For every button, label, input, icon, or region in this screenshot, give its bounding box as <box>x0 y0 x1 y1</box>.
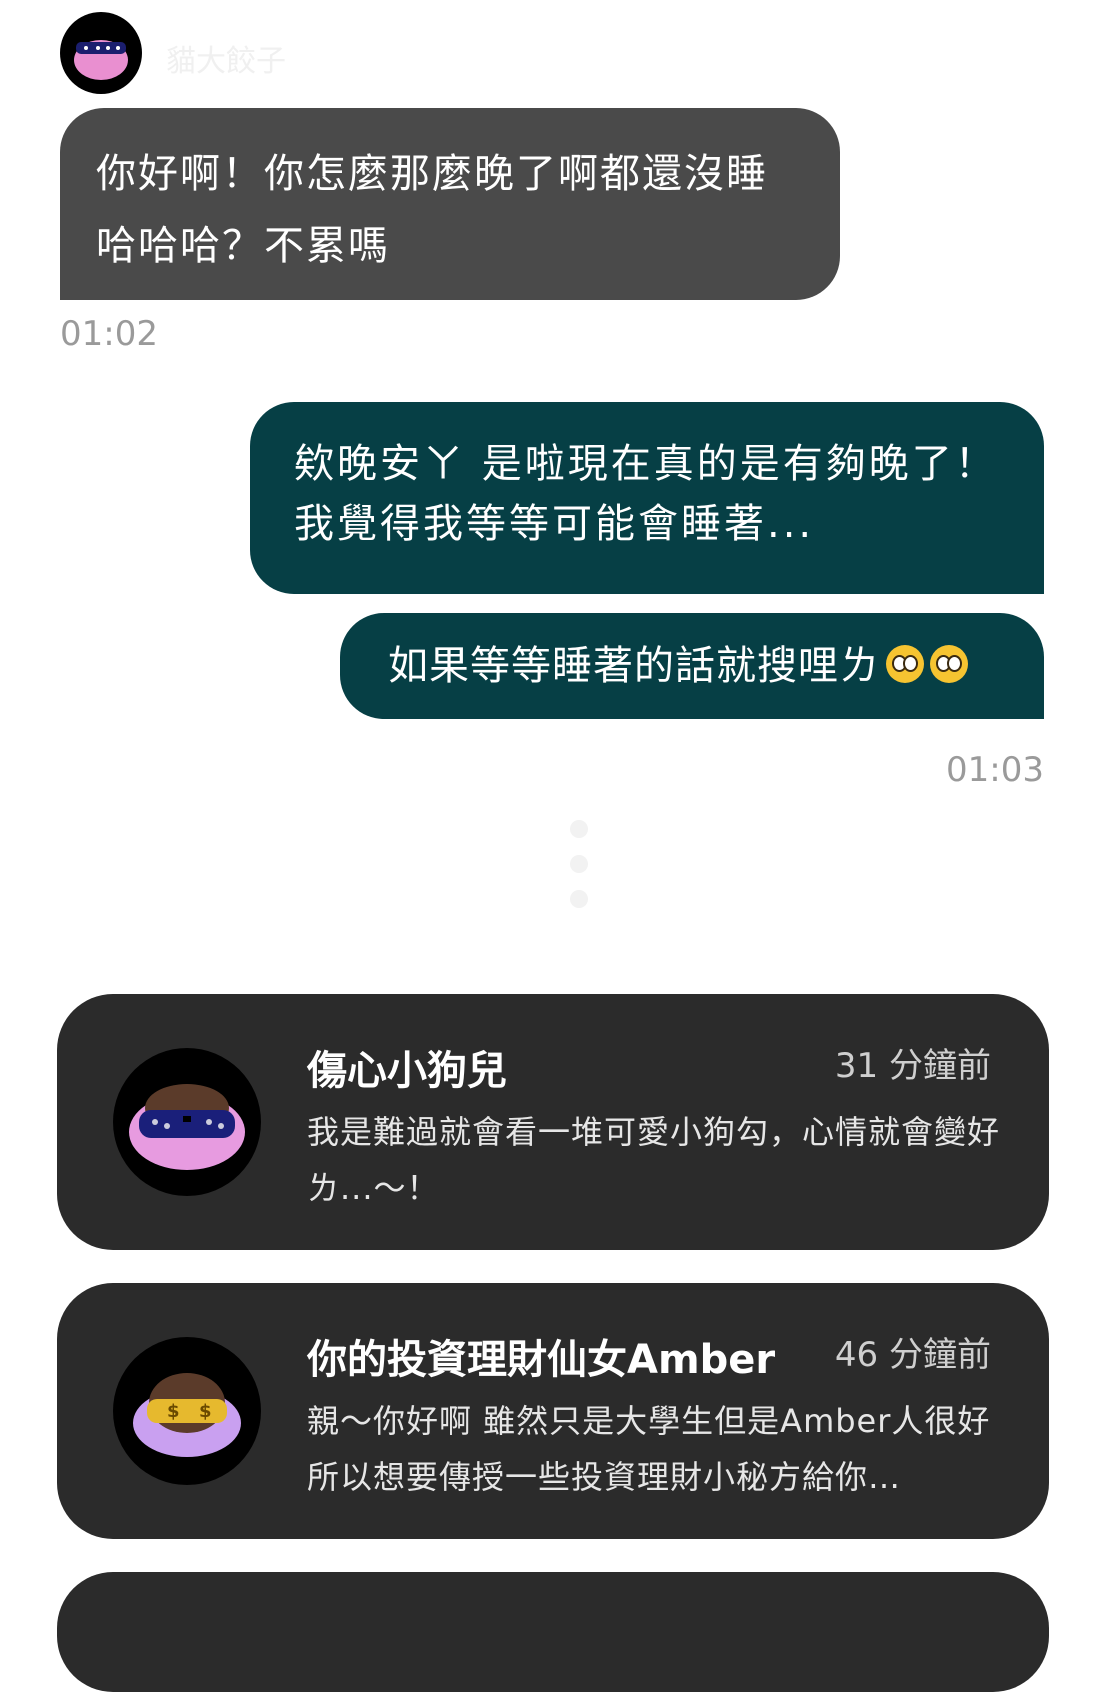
vertical-dots-icon <box>570 820 590 925</box>
message-timestamp: 01:02 <box>60 314 158 354</box>
pleading-face-emoji-icon <box>886 645 924 683</box>
conversation-name: 傷心小狗兒 <box>307 1048 507 1094</box>
outgoing-message-bubble: 欸晚安ㄚ 是啦現在真的是有夠晚了！我覺得我等等可能會睡著... <box>250 402 1044 594</box>
conversation-preview: 親～你好啊 雖然只是大學生但是Amber人很好所以想要傳授一些投資理財小秘方給你… <box>307 1402 991 1496</box>
incoming-message-bubble: 你好啊！你怎麼那麼晚了啊都還沒睡哈哈哈？不累嗎 <box>60 108 840 300</box>
conversation-card[interactable]: $ $ 你的投資理財仙女Amber 46 分鐘前 親～你好啊 雖然只是大學生但是… <box>57 1283 1049 1539</box>
pleading-face-emoji-icon <box>930 645 968 683</box>
conversation-time-ago: 46 分鐘前 <box>834 1335 991 1375</box>
message-text: 你好啊！你怎麼那麼晚了啊都還沒睡哈哈哈？不累嗎 <box>96 151 768 269</box>
svg-text:$: $ <box>167 1401 180 1422</box>
conversation-card[interactable] <box>57 1572 1049 1692</box>
partner-name: 貓大餃子 <box>166 44 286 79</box>
conversation-card[interactable]: 傷心小狗兒 31 分鐘前 我是難過就會看一堆可愛小狗勾，心情就會變好ㄌ...～！ <box>57 994 1049 1250</box>
partner-avatar[interactable] <box>60 12 142 94</box>
message-text: 欸晚安ㄚ 是啦現在真的是有夠晚了！我覺得我等等可能會睡著... <box>294 441 998 547</box>
conversation-name: 你的投資理財仙女Amber <box>307 1337 776 1383</box>
conversation-preview: 我是難過就會看一堆可愛小狗勾，心情就會變好ㄌ...～！ <box>307 1113 1001 1207</box>
conversation-avatar: $ $ <box>113 1337 261 1485</box>
outgoing-message-bubble: 如果等等睡著的話就搜哩ㄌ <box>340 613 1044 719</box>
message-text: 如果等等睡著的話就搜哩ㄌ <box>388 643 880 689</box>
svg-text:$: $ <box>199 1401 212 1422</box>
conversation-avatar <box>113 1048 261 1196</box>
message-timestamp: 01:03 <box>946 750 1044 790</box>
conversation-time-ago: 31 分鐘前 <box>834 1046 991 1086</box>
